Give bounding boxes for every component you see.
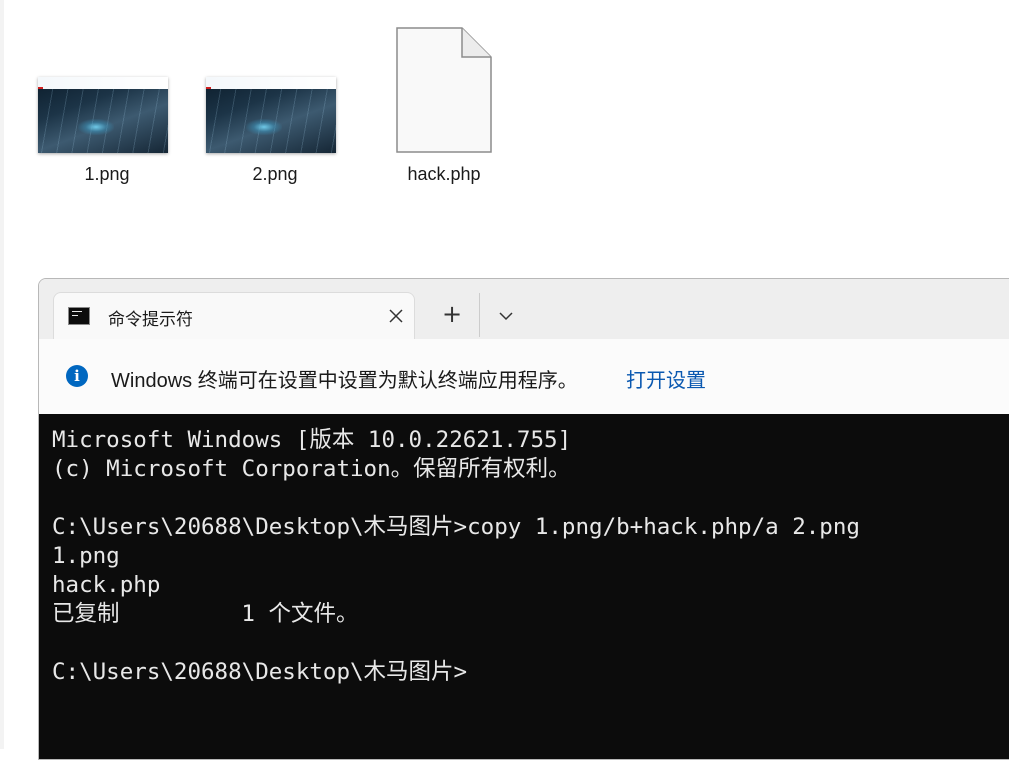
console-line: 1.png	[52, 543, 120, 569]
console-prompt: C:\Users\20688\Desktop\木马图片>	[52, 659, 468, 685]
new-tab-button[interactable]: +	[431, 297, 473, 333]
explorer-edge	[0, 0, 4, 749]
close-tab-button[interactable]	[384, 304, 408, 328]
file-name: 2.png	[252, 164, 298, 184]
image-thumbnail	[38, 77, 168, 153]
file-name: hack.php	[407, 164, 481, 184]
tab-dropdown-button[interactable]	[491, 301, 521, 331]
console-line: hack.php	[52, 572, 161, 598]
console-output[interactable]: Microsoft Windows [版本 10.0.22621.755] (c…	[39, 414, 1009, 759]
console-line: C:\Users\20688\Desktop\木马图片>copy 1.png/b…	[52, 514, 860, 540]
blank-file-icon	[396, 27, 492, 153]
info-bar: i Windows 终端可在设置中设置为默认终端应用程序。 打开设置	[39, 339, 1009, 415]
console-line: (c) Microsoft Corporation。保留所有权利。	[52, 456, 571, 482]
close-icon	[389, 309, 403, 323]
console-icon	[68, 307, 90, 325]
tab-separator	[479, 293, 480, 337]
tab-command-prompt[interactable]: 命令提示符	[53, 292, 415, 340]
tab-bar: 命令提示符 +	[39, 279, 1009, 340]
info-message: Windows 终端可在设置中设置为默认终端应用程序。	[111, 370, 578, 392]
terminal-window: 命令提示符 + i Windows 终端可在设置中设置为默认终端应用程序。 打开…	[38, 278, 1009, 760]
console-line: 已复制 1 个文件。	[52, 601, 359, 627]
image-thumbnail	[206, 77, 336, 153]
console-line: Microsoft Windows [版本 10.0.22621.755]	[52, 427, 572, 453]
open-settings-link[interactable]: 打开设置	[626, 364, 706, 393]
info-icon: i	[66, 365, 88, 387]
file-name: 1.png	[84, 164, 130, 184]
tab-title: 命令提示符	[108, 310, 193, 330]
chevron-down-icon	[499, 312, 513, 321]
